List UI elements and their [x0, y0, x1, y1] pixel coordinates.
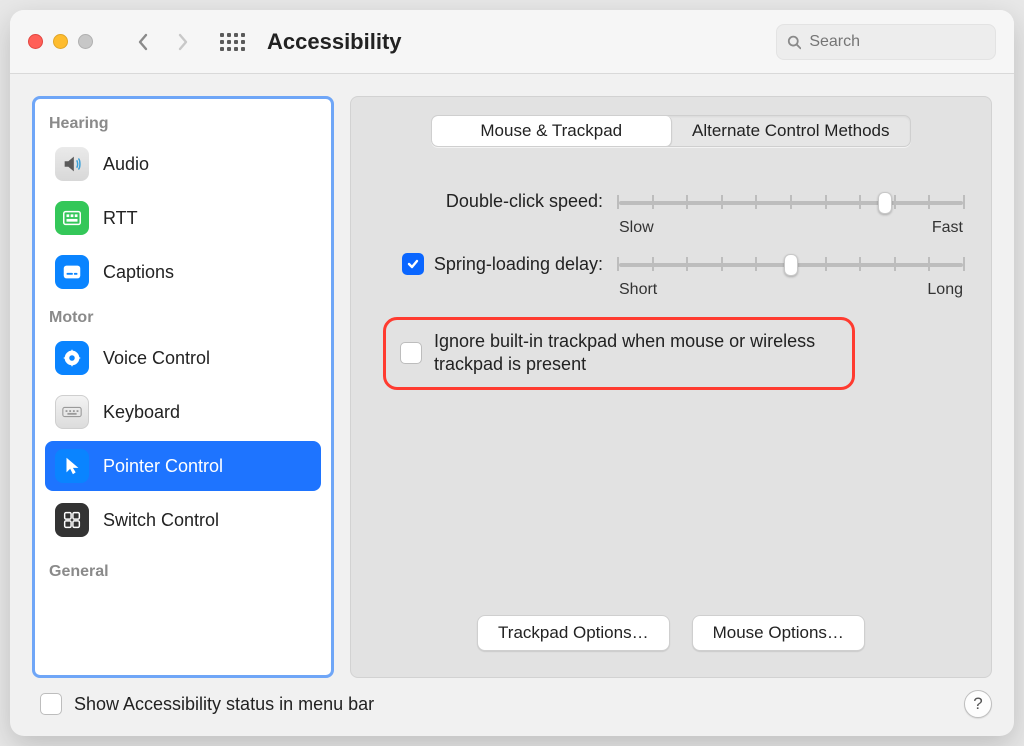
search-field[interactable] [776, 24, 996, 60]
sidebar-item-audio[interactable]: Audio [45, 139, 321, 189]
spring-loading-checkbox[interactable] [402, 253, 424, 275]
switch-control-icon [55, 503, 89, 537]
main-panel: Mouse & Trackpad Alternate Control Metho… [350, 96, 992, 678]
show-all-button[interactable] [217, 27, 247, 57]
search-input[interactable] [807, 32, 985, 52]
rtt-icon [55, 201, 89, 235]
section-motor: Motor [45, 301, 321, 329]
category-sidebar[interactable]: Hearing Audio RTT Captions Motor [32, 96, 334, 678]
row-spring-loading-delay: Spring-loading delay: Short Long [377, 251, 965, 299]
settings-panel: Mouse & Trackpad Alternate Control Metho… [350, 96, 992, 678]
tab-alternate-methods[interactable]: Alternate Control Methods [672, 116, 911, 146]
grid-icon [220, 33, 245, 51]
zoom-window-button[interactable] [78, 34, 93, 49]
captions-icon [55, 255, 89, 289]
double-click-speed-label: Double-click speed: [377, 189, 617, 212]
show-status-checkbox[interactable] [40, 693, 62, 715]
sidebar-item-pointer-control[interactable]: Pointer Control [45, 441, 321, 491]
back-button[interactable] [129, 28, 157, 56]
chevron-right-icon [176, 33, 190, 51]
double-click-speed-slider[interactable] [617, 189, 965, 215]
footer: Show Accessibility status in menu bar ? [10, 680, 1014, 736]
section-general: General [45, 555, 321, 583]
checkmark-icon [406, 257, 420, 271]
window-controls [28, 34, 93, 49]
titlebar: Accessibility [10, 10, 1014, 74]
sidebar-item-label: Pointer Control [103, 456, 223, 477]
sidebar-item-label: Switch Control [103, 510, 219, 531]
slider-max-label: Fast [932, 219, 963, 237]
sidebar-item-label: Voice Control [103, 348, 210, 369]
slider-min-label: Short [619, 281, 657, 299]
pointer-icon [55, 449, 89, 483]
ignore-trackpad-label: Ignore built-in trackpad when mouse or w… [434, 330, 838, 377]
sidebar-item-label: Audio [103, 154, 149, 175]
forward-button[interactable] [169, 28, 197, 56]
trackpad-options-button[interactable]: Trackpad Options… [477, 615, 670, 651]
slider-max-label: Long [927, 281, 963, 299]
mouse-options-button[interactable]: Mouse Options… [692, 615, 865, 651]
sidebar-item-label: Captions [103, 262, 174, 283]
sidebar-item-voice-control[interactable]: Voice Control [45, 333, 321, 383]
close-window-button[interactable] [28, 34, 43, 49]
window-title: Accessibility [267, 29, 402, 55]
minimize-window-button[interactable] [53, 34, 68, 49]
sidebar-item-captions[interactable]: Captions [45, 247, 321, 297]
sidebar-item-keyboard[interactable]: Keyboard [45, 387, 321, 437]
row-ignore-trackpad: Ignore built-in trackpad when mouse or w… [383, 317, 855, 390]
sidebar-item-rtt[interactable]: RTT [45, 193, 321, 243]
chevron-left-icon [136, 33, 150, 51]
speaker-icon [55, 147, 89, 181]
spring-loading-label: Spring-loading delay: [434, 254, 603, 275]
slider-knob[interactable] [878, 192, 892, 214]
content-area: Hearing Audio RTT Captions Motor [10, 74, 1014, 680]
options-button-row: Trackpad Options… Mouse Options… [377, 615, 965, 659]
slider-knob[interactable] [784, 254, 798, 276]
keyboard-icon [55, 395, 89, 429]
sidebar-item-label: RTT [103, 208, 138, 229]
tab-mouse-trackpad[interactable]: Mouse & Trackpad [432, 116, 672, 146]
sidebar-item-switch-control[interactable]: Switch Control [45, 495, 321, 545]
voice-control-icon [55, 341, 89, 375]
show-status-label: Show Accessibility status in menu bar [74, 694, 374, 715]
help-button[interactable]: ? [964, 690, 992, 718]
slider-min-label: Slow [619, 219, 654, 237]
ignore-trackpad-checkbox[interactable] [400, 342, 422, 364]
search-icon [787, 34, 801, 50]
spring-loading-slider[interactable] [617, 251, 965, 277]
tab-bar: Mouse & Trackpad Alternate Control Metho… [431, 115, 911, 147]
sidebar-item-label: Keyboard [103, 402, 180, 423]
section-hearing: Hearing [45, 107, 321, 135]
preferences-window: Accessibility Hearing Audio RTT [10, 10, 1014, 736]
row-double-click-speed: Double-click speed: Slow Fast [377, 189, 965, 237]
